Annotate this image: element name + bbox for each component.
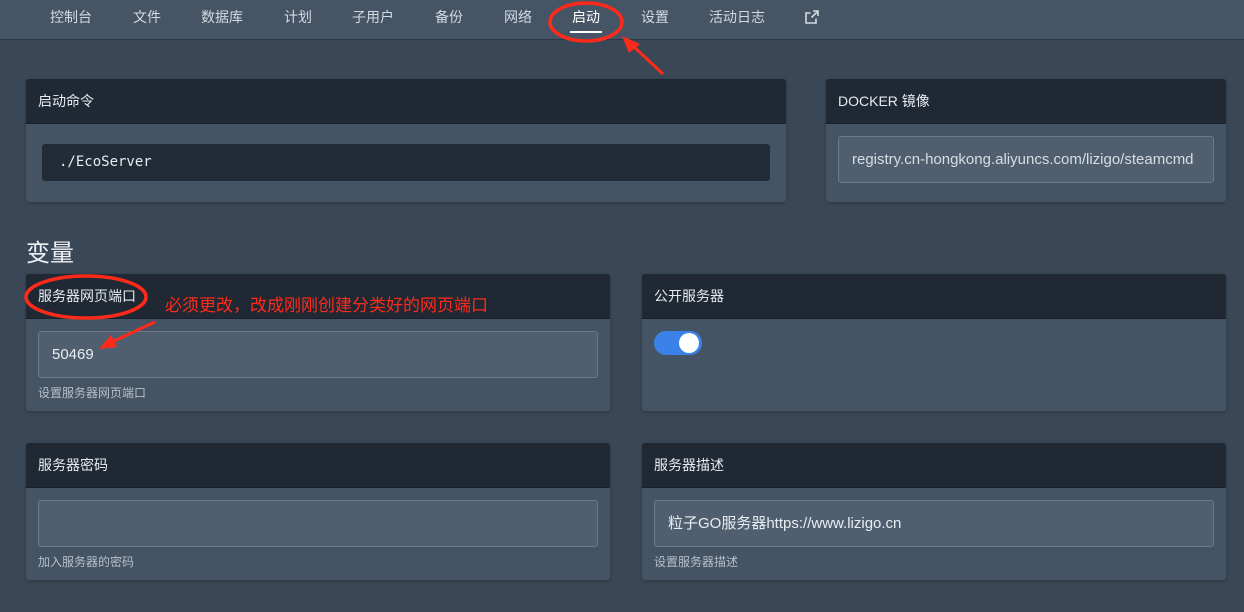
tab-network[interactable]: 网络: [504, 0, 532, 36]
tab-settings[interactable]: 设置: [641, 0, 669, 36]
description-input[interactable]: 粒子GO服务器https://www.lizigo.cn: [654, 500, 1214, 547]
docker-image-panel: DOCKER 镜像 registry.cn-hongkong.aliyuncs.…: [826, 79, 1226, 202]
startup-command-display: ./EcoServer: [42, 144, 770, 181]
tab-activity-log[interactable]: 活动日志: [709, 0, 765, 36]
description-panel: 服务器描述 粒子GO服务器https://www.lizigo.cn 设置服务器…: [642, 443, 1226, 580]
docker-image-field[interactable]: registry.cn-hongkong.aliyuncs.com/lizigo…: [838, 136, 1214, 183]
password-title: 服务器密码: [26, 443, 610, 488]
tab-backups[interactable]: 备份: [435, 0, 463, 36]
toggle-knob: [679, 333, 699, 353]
tab-console[interactable]: 控制台: [50, 0, 92, 36]
description-title: 服务器描述: [642, 443, 1226, 488]
password-input[interactable]: [38, 500, 598, 547]
password-help: 加入服务器的密码: [38, 555, 135, 569]
tab-schedules[interactable]: 计划: [284, 0, 312, 36]
startup-command-panel: 启动命令 ./EcoServer: [26, 79, 786, 202]
tab-startup[interactable]: 启动: [570, 0, 602, 36]
description-help: 设置服务器描述: [654, 555, 739, 569]
public-server-title: 公开服务器: [642, 274, 1226, 319]
top-nav: 控制台 文件 数据库 计划 子用户 备份 网络 启动 设置 活动日志: [0, 0, 1244, 40]
public-server-toggle[interactable]: [654, 331, 702, 355]
web-port-help: 设置服务器网页端口: [38, 386, 147, 400]
password-panel: 服务器密码 加入服务器的密码: [26, 443, 610, 580]
variables-heading: 变量: [26, 240, 74, 267]
tab-subusers[interactable]: 子用户: [352, 0, 394, 36]
external-link-icon[interactable]: [805, 0, 819, 36]
web-port-input[interactable]: 50469: [38, 331, 598, 378]
tab-files[interactable]: 文件: [133, 0, 161, 36]
public-server-panel: 公开服务器: [642, 274, 1226, 411]
annotation-arrow-startup-tab: [622, 36, 665, 76]
docker-image-title: DOCKER 镜像: [826, 79, 1226, 124]
startup-command-title: 启动命令: [26, 79, 786, 124]
annotation-text: 必须更改，改成刚刚创建分类好的网页端口: [165, 296, 488, 315]
tab-databases[interactable]: 数据库: [201, 0, 243, 36]
